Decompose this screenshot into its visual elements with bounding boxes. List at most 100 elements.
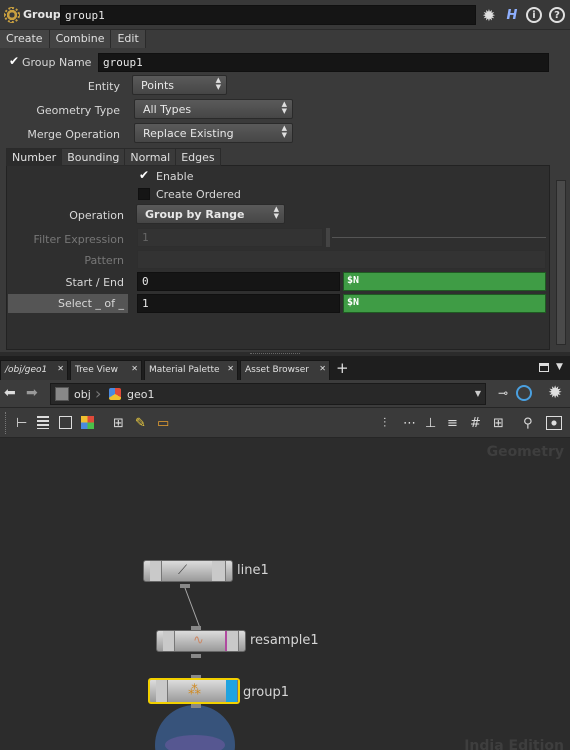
question-icon[interactable]: ? [549, 7, 565, 23]
pin-icon[interactable]: ⊸ [498, 386, 508, 400]
close-icon[interactable]: ✕ [227, 364, 234, 373]
group-name-toggle[interactable]: ✔ [8, 55, 20, 68]
merge-operation-label: Merge Operation [27, 128, 120, 141]
node-flag-right[interactable] [212, 561, 226, 581]
toolbar-grip [5, 412, 8, 434]
select-of-label: Select _ of _ [57, 297, 124, 310]
path-bar[interactable]: obj › geo1 ▼ [50, 383, 486, 405]
visibility-icon[interactable] [546, 416, 562, 430]
node-flag-left[interactable] [150, 561, 162, 581]
tab-obj-geo1[interactable]: /obj/geo1 ✕ [0, 360, 68, 380]
network-box-icon[interactable]: ▭ [157, 416, 169, 431]
entity-dropdown[interactable]: Points ▲ ▼ [132, 75, 227, 95]
operation-dropdown[interactable]: Group by Range ▲ ▼ [136, 204, 285, 224]
tab-asset-browser[interactable]: Asset Browser ✕ [240, 360, 330, 380]
node-wires [155, 587, 235, 750]
menu-edit[interactable]: Edit [111, 30, 146, 48]
filter-slider-handle [326, 228, 330, 247]
entity-value: Points [141, 79, 175, 92]
geo-node-icon [109, 388, 121, 400]
node-flag-left[interactable] [163, 631, 175, 651]
add-tab-button[interactable]: + [336, 359, 349, 377]
grid-snap-icon[interactable]: ⊞ [493, 416, 504, 431]
tab-number[interactable]: Number [6, 148, 63, 166]
maximize-pane-icon[interactable] [539, 363, 549, 372]
node-flag-left[interactable] [156, 680, 168, 702]
filter-slider-track [332, 237, 546, 238]
node-line1[interactable]: ⟋ [143, 560, 233, 582]
gear-icon[interactable]: ✹ [548, 383, 562, 403]
obj-context-icon [55, 387, 69, 401]
snap-icon[interactable]: ⊥ [425, 416, 436, 431]
tab-label: /obj/geo1 [5, 365, 48, 375]
detail-view-icon[interactable] [59, 416, 72, 429]
gear-icon[interactable]: ✹ [480, 6, 498, 25]
node-name-field[interactable]: group1 [60, 5, 476, 25]
close-icon[interactable]: ✕ [131, 364, 138, 373]
tab-label: Tree View [75, 365, 118, 375]
network-canvas[interactable]: Geometry India Edition ⟋ line1 ∿ resampl… [0, 438, 570, 750]
tab-bounding[interactable]: Bounding [61, 148, 126, 166]
layout-icon[interactable]: ≡ [447, 416, 458, 431]
create-ordered-checkbox[interactable] [138, 188, 150, 200]
align-horizontal-icon[interactable]: ⋯ [403, 416, 416, 431]
enable-checkbox[interactable]: ✔ [138, 169, 150, 182]
tree-list-icon[interactable]: ⊢ [16, 416, 27, 431]
list-view-icon[interactable] [37, 416, 49, 429]
group-name-field[interactable]: group1 [98, 53, 549, 72]
resample-sop-icon: ∿ [193, 633, 204, 648]
link-target-icon[interactable] [516, 385, 532, 401]
tab-edges[interactable]: Edges [175, 148, 221, 166]
path-geo1[interactable]: geo1 [127, 388, 154, 401]
dropdown-arrows-icon: ▲ ▼ [281, 124, 287, 139]
info-icon[interactable]: i [526, 7, 542, 23]
parameter-title-bar: Group group1 ✹ H i ? [0, 0, 570, 30]
zoom-icon[interactable]: ⚲ [523, 416, 533, 431]
close-icon[interactable]: ✕ [57, 364, 64, 373]
select-of-expression-field[interactable]: $N [343, 294, 546, 313]
end-expression-field[interactable]: $N [343, 272, 546, 291]
close-icon[interactable]: ✕ [319, 364, 326, 373]
menu-combine[interactable]: Combine [49, 30, 112, 48]
back-arrow-icon[interactable]: ⬅ [4, 385, 16, 401]
tab-normal[interactable]: Normal [124, 148, 177, 166]
wire-line1-resample1 [184, 587, 201, 629]
align-vertical-icon[interactable]: ⫶ [383, 416, 386, 431]
node-group1[interactable]: ⁂ [148, 678, 240, 704]
forward-arrow-icon[interactable]: ➡ [26, 385, 38, 401]
tab-label: Material Palette [149, 365, 220, 375]
output-connector[interactable] [191, 654, 201, 658]
menu-create[interactable]: Create [0, 30, 50, 48]
path-dropdown-icon[interactable]: ▼ [475, 389, 481, 398]
dropdown-arrows-icon: ▲ ▼ [273, 205, 279, 220]
sticky-note-icon[interactable]: ✎ [135, 416, 146, 431]
geometry-type-dropdown[interactable]: All Types ▲ ▼ [134, 99, 293, 119]
help-h-icon[interactable]: H [503, 6, 521, 24]
select-field[interactable]: 1 [137, 294, 340, 313]
parameter-scrollbar[interactable] [555, 30, 567, 350]
start-field[interactable]: 0 [137, 272, 340, 291]
tab-material-palette[interactable]: Material Palette ✕ [144, 360, 238, 380]
path-obj[interactable]: obj [74, 388, 91, 401]
node-flag-right[interactable] [225, 631, 239, 651]
tab-tree-view[interactable]: Tree View ✕ [70, 360, 142, 380]
dropdown-arrows-icon: ▲ ▼ [281, 100, 287, 115]
output-connector[interactable] [180, 584, 190, 588]
operation-menu-bar: Create Combine Edit [0, 30, 146, 48]
entity-label: Entity [87, 80, 120, 93]
path-separator-icon: › [95, 384, 102, 403]
node-label-line1: line1 [237, 563, 269, 578]
network-view-icon[interactable]: ⊞ [113, 416, 124, 431]
pane-tab-bar: /obj/geo1 ✕ Tree View ✕ Material Palette… [0, 356, 570, 380]
node-type-icon [4, 7, 20, 23]
line-sop-icon: ⟋ [178, 563, 188, 578]
grid-icon[interactable]: # [470, 416, 481, 431]
merge-operation-dropdown[interactable]: Replace Existing ▲ ▼ [134, 123, 293, 143]
dropdown-arrows-icon: ▲ ▼ [215, 76, 221, 91]
grid-view-icon[interactable] [81, 416, 94, 429]
scrollbar-thumb[interactable] [556, 180, 566, 345]
display-flag[interactable] [226, 680, 238, 702]
pane-menu-icon[interactable]: ▼ [556, 362, 563, 372]
node-resample1[interactable]: ∿ [156, 630, 246, 652]
output-connector[interactable] [191, 704, 201, 708]
